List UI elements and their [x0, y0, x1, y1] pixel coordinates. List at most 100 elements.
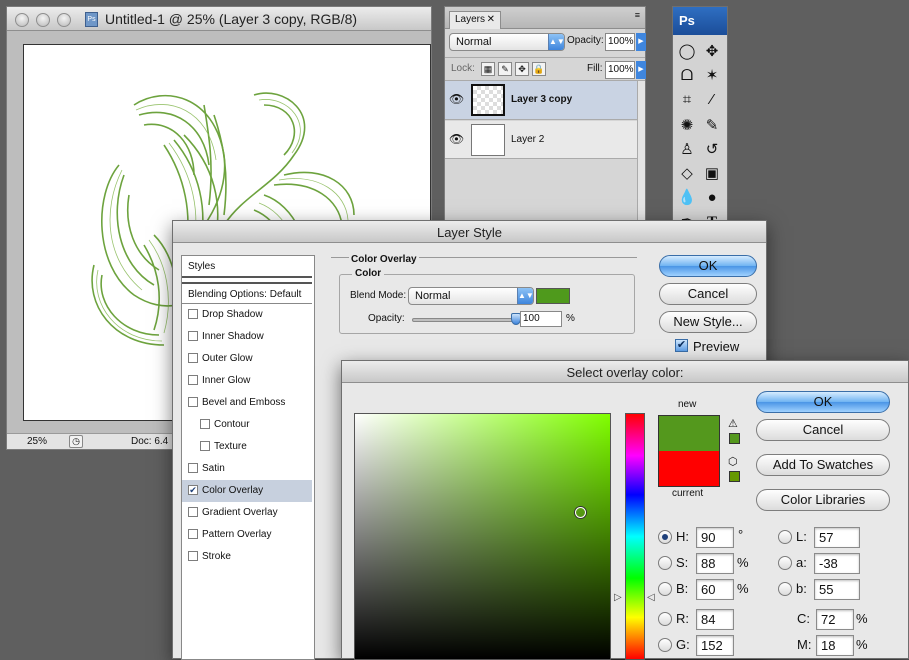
style-item-texture[interactable]: Texture — [182, 436, 312, 458]
style-checkbox[interactable] — [188, 353, 198, 364]
style-checkbox[interactable] — [188, 529, 198, 540]
s-field[interactable]: 88 — [696, 553, 734, 574]
hue-slider-left-arrow-icon[interactable]: ▷ — [614, 592, 622, 603]
style-checkbox[interactable] — [188, 463, 198, 474]
dodge-tool-icon[interactable]: ● — [701, 187, 723, 209]
opacity-field[interactable]: 100 — [520, 311, 562, 327]
history-brush-icon[interactable]: ↺ — [701, 139, 723, 161]
style-item-color-overlay[interactable]: ✔ Color Overlay — [182, 480, 312, 502]
lab-b-field[interactable]: 55 — [814, 579, 860, 600]
style-item-stroke[interactable]: Stroke — [182, 546, 312, 568]
preview-checkbox[interactable]: ✔ — [675, 339, 688, 352]
layer-opacity-arrow-icon[interactable]: ▶ — [636, 33, 646, 51]
c-field[interactable]: 72 — [816, 609, 854, 630]
lab-b-radio[interactable] — [778, 582, 792, 596]
layer-opacity-field[interactable]: 100% — [605, 33, 635, 51]
h-field[interactable]: 90 — [696, 527, 734, 548]
style-item-drop-shadow[interactable]: Drop Shadow — [182, 304, 312, 326]
add-to-swatches-button[interactable]: Add To Swatches — [756, 454, 890, 476]
lock-image-icon[interactable]: ✎ — [498, 62, 512, 76]
ok-button[interactable]: OK — [659, 255, 757, 277]
move-tool-icon[interactable]: ✥ — [701, 41, 723, 63]
gamut-swatch[interactable] — [729, 433, 740, 444]
color-libraries-button[interactable]: Color Libraries — [756, 489, 890, 511]
style-checkbox[interactable] — [188, 397, 198, 408]
blending-options[interactable]: Blending Options: Default — [182, 282, 312, 304]
style-checkbox[interactable] — [200, 419, 210, 430]
layer-style-titlebar[interactable]: Layer Style — [173, 221, 766, 243]
layers-scrollbar[interactable] — [637, 81, 645, 225]
r-field[interactable]: 84 — [696, 609, 734, 630]
style-item-outer-glow[interactable]: Outer Glow — [182, 348, 312, 370]
styles-header[interactable]: Styles — [182, 256, 312, 278]
layer-row-layer-2[interactable]: 👁 Layer 2 — [445, 121, 637, 159]
zoom-button[interactable] — [57, 13, 71, 27]
hue-slider-right-arrow-icon[interactable]: ◁ — [647, 592, 655, 603]
layer-row-layer-3-copy[interactable]: 👁 Layer 3 copy — [445, 81, 637, 120]
gradient-tool-icon[interactable]: ▣ — [701, 163, 723, 185]
close-button[interactable] — [15, 13, 29, 27]
fill-field[interactable]: 100% — [605, 61, 635, 79]
status-menu-icon[interactable]: ◷ — [69, 435, 83, 448]
lock-transparent-icon[interactable]: ▦ — [481, 62, 495, 76]
new-style-button[interactable]: New Style... — [659, 311, 757, 333]
opacity-slider-track[interactable] — [412, 318, 516, 322]
style-item-gradient-overlay[interactable]: Gradient Overlay — [182, 502, 312, 524]
hue-slider[interactable] — [625, 413, 645, 660]
lasso-tool-icon[interactable]: ᗝ — [676, 65, 698, 87]
style-checkbox[interactable] — [188, 507, 198, 518]
b-radio[interactable] — [658, 582, 672, 596]
color-field[interactable] — [354, 413, 611, 660]
r-radio[interactable] — [658, 612, 672, 626]
a-field[interactable]: -38 — [814, 553, 860, 574]
color-field-marker[interactable] — [575, 506, 587, 518]
style-checkbox[interactable] — [188, 331, 198, 342]
document-titlebar[interactable]: Ps Untitled-1 @ 25% (Layer 3 copy, RGB/8… — [7, 7, 431, 31]
tab-layers[interactable]: Layers ✕ — [449, 11, 501, 29]
web-safe-cube-icon[interactable]: ⬡ — [728, 455, 738, 468]
visibility-eye-icon[interactable]: 👁 — [449, 132, 464, 146]
l-radio[interactable] — [778, 530, 792, 544]
picker-cancel-button[interactable]: Cancel — [756, 419, 890, 441]
style-item-inner-glow[interactable]: Inner Glow — [182, 370, 312, 392]
lock-position-icon[interactable]: ✥ — [515, 62, 529, 76]
lock-all-icon[interactable]: 🔒 — [532, 62, 546, 76]
healing-brush-icon[interactable]: ✺ — [676, 115, 698, 137]
style-item-bevel-and-emboss[interactable]: Bevel and Emboss — [182, 392, 312, 414]
style-checkbox[interactable] — [188, 551, 198, 562]
overlay-color-swatch[interactable] — [536, 288, 570, 304]
g-field[interactable]: 152 — [696, 635, 734, 656]
current-color-swatch[interactable] — [659, 451, 719, 486]
visibility-eye-icon[interactable]: 👁 — [449, 92, 464, 106]
style-checkbox[interactable] — [188, 309, 198, 320]
style-checkbox[interactable] — [200, 441, 210, 452]
web-safe-swatch[interactable] — [729, 471, 740, 482]
style-checkbox[interactable] — [188, 375, 198, 386]
minimize-button[interactable] — [36, 13, 50, 27]
color-picker-titlebar[interactable]: Select overlay color: — [342, 361, 908, 383]
clone-stamp-icon[interactable]: ♙ — [676, 139, 698, 161]
style-item-pattern-overlay[interactable]: Pattern Overlay — [182, 524, 312, 546]
gamut-warning-icon[interactable]: ⚠ — [728, 417, 738, 430]
b-field[interactable]: 60 — [696, 579, 734, 600]
brush-tool-icon[interactable]: ✎ — [701, 115, 723, 137]
close-tab-icon[interactable]: ✕ — [487, 12, 495, 28]
cancel-button[interactable]: Cancel — [659, 283, 757, 305]
s-radio[interactable] — [658, 556, 672, 570]
blur-tool-icon[interactable]: 💧 — [676, 187, 698, 209]
blend-mode-select[interactable]: Normal ▲▼ — [408, 287, 534, 305]
fill-arrow-icon[interactable]: ▶ — [636, 61, 646, 79]
m-field[interactable]: 18 — [816, 635, 854, 656]
style-checkbox[interactable]: ✔ — [188, 485, 198, 496]
marquee-tool-icon[interactable]: ◯ — [676, 41, 698, 63]
eraser-icon[interactable]: ◇ — [676, 163, 698, 185]
picker-ok-button[interactable]: OK — [756, 391, 890, 413]
l-field[interactable]: 57 — [814, 527, 860, 548]
style-item-inner-shadow[interactable]: Inner Shadow — [182, 326, 312, 348]
layer-blend-mode-select[interactable]: Normal ▲▼ — [449, 33, 565, 51]
panel-menu-icon[interactable]: ≡ — [635, 10, 640, 20]
a-radio[interactable] — [778, 556, 792, 570]
eyedropper-icon[interactable]: ⁄ — [701, 89, 723, 111]
style-item-contour[interactable]: Contour — [182, 414, 312, 436]
crop-tool-icon[interactable]: ⌗ — [676, 89, 698, 111]
